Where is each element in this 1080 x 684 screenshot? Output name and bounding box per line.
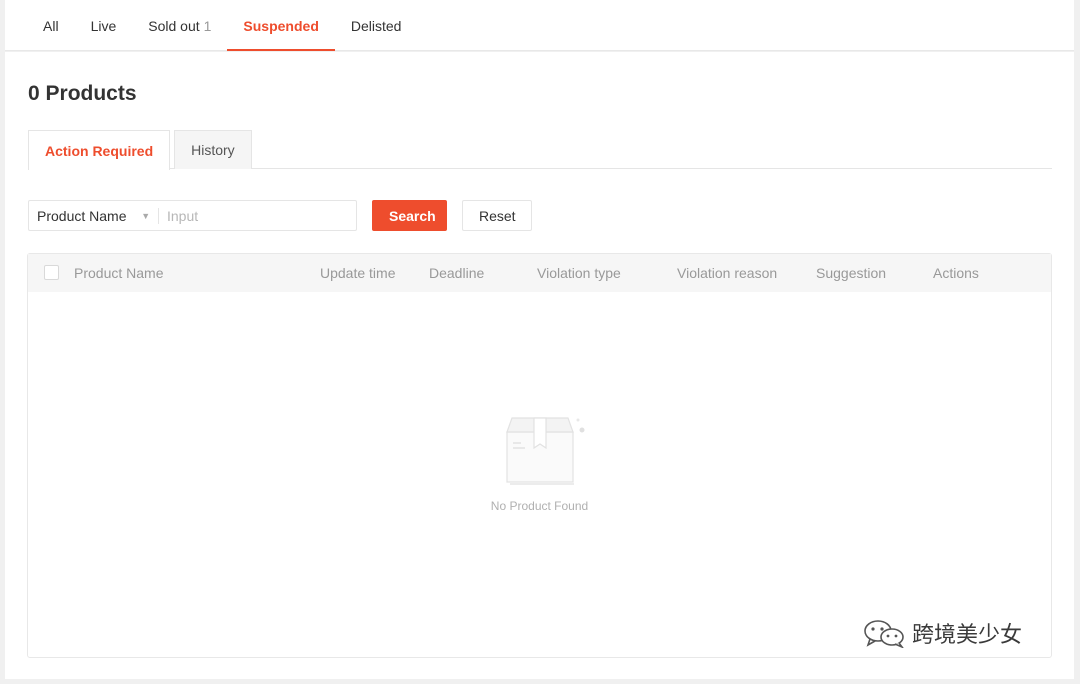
tab-sold-out-count: 1 — [203, 17, 212, 34]
search-field-group: Product Name ▼ — [28, 200, 357, 231]
page-title: 0 Products — [28, 82, 137, 105]
empty-state: No Product Found — [28, 414, 1051, 513]
column-header-product-name: Product Name — [74, 265, 164, 281]
filter-bar: Product Name ▼ Search Reset — [28, 200, 532, 231]
empty-state-text: No Product Found — [490, 499, 589, 513]
search-input[interactable] — [159, 201, 356, 230]
tab-delisted[interactable]: Delisted — [335, 0, 418, 51]
search-field-select[interactable]: Product Name ▼ — [29, 201, 158, 230]
tab-all-label: All — [43, 17, 59, 34]
select-all-checkbox[interactable] — [44, 265, 59, 280]
sub-tab-bar: Action Required History — [28, 130, 1052, 170]
column-header-deadline: Deadline — [429, 265, 485, 281]
column-header-suggestion: Suggestion — [816, 265, 887, 281]
tab-history[interactable]: History — [174, 130, 252, 169]
tab-delisted-label: Delisted — [350, 17, 402, 34]
tab-sold-out-label: Sold out — [148, 17, 200, 34]
search-button[interactable]: Search — [372, 200, 447, 231]
column-header-violation-type: Violation type — [537, 265, 621, 281]
watermark: 跨境美少女 — [862, 617, 1022, 649]
column-header-update-time: Update time — [320, 265, 396, 281]
wechat-icon — [864, 620, 904, 648]
column-header-actions: Actions — [933, 265, 979, 281]
tab-suspended-label: Suspended — [243, 17, 319, 34]
tab-live[interactable]: Live — [75, 0, 133, 51]
empty-box-icon — [505, 417, 584, 485]
caret-down-icon: ▼ — [141, 210, 151, 221]
watermark-text: 跨境美少女 — [912, 623, 1023, 648]
tab-all[interactable]: All — [27, 0, 75, 51]
tab-action-required[interactable]: Action Required — [28, 130, 171, 170]
tab-suspended[interactable]: Suspended — [227, 0, 336, 51]
column-header-violation-reason: Violation reason — [677, 265, 778, 281]
products-table: Product Name Update time Deadline Violat… — [27, 253, 1052, 658]
search-field-select-value: Product Name — [37, 207, 127, 224]
tab-sold-out[interactable]: Sold out 1 — [132, 0, 227, 51]
reset-button[interactable]: Reset — [462, 200, 532, 231]
tab-live-label: Live — [90, 17, 117, 34]
products-panel: 0 Products Action Required History Produ… — [5, 52, 1074, 679]
table-header: Product Name Update time Deadline Violat… — [28, 254, 1051, 292]
status-tab-bar: All Live Sold out 1 Suspended Delisted — [5, 0, 1074, 51]
